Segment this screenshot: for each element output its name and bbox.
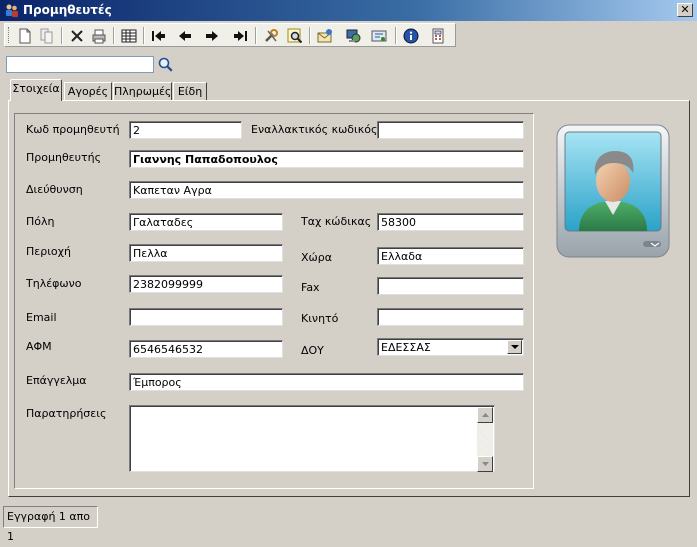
tab-purchases[interactable]: Αγορές (64, 82, 112, 101)
window-title: Προμηθευτές (23, 3, 112, 17)
print-icon (92, 29, 106, 43)
tab-label: Πληρωμές (114, 85, 172, 98)
grid-icon (121, 29, 137, 42)
calculator-icon (432, 28, 444, 43)
copy-document-icon (40, 28, 53, 43)
toolbar-separator (113, 27, 115, 44)
copy-button[interactable] (37, 26, 57, 45)
calculator-button[interactable] (428, 26, 448, 45)
mail-button[interactable] (315, 26, 335, 45)
title-bar[interactable]: Προμηθευτές ✕ (0, 0, 697, 21)
tools-icon (265, 28, 278, 42)
toolbar-separator (395, 27, 397, 44)
tab-label: Αγορές (67, 85, 109, 98)
tools-button[interactable] (261, 26, 281, 45)
app-icon (4, 3, 19, 18)
search-button[interactable] (157, 56, 174, 73)
tab-items[interactable]: Είδη (173, 82, 207, 101)
delete-icon (71, 29, 83, 42)
delete-button[interactable] (67, 26, 87, 45)
tab-label: Είδη (177, 85, 203, 98)
first-record-icon (152, 30, 165, 41)
network-icon (346, 29, 361, 42)
status-bar: Εγγραφή 1 απο 1 (3, 506, 98, 543)
search-input[interactable] (6, 56, 154, 73)
network-button[interactable] (343, 26, 363, 45)
next-record-button[interactable] (202, 26, 222, 45)
toolbar-grip[interactable] (8, 27, 11, 43)
print-button[interactable] (89, 26, 109, 45)
export-icon (371, 30, 387, 41)
close-button[interactable]: ✕ (677, 3, 693, 17)
info-icon (403, 28, 419, 43)
tab-payments[interactable]: Πληρωμές (113, 82, 172, 101)
last-record-button[interactable] (230, 26, 250, 45)
toolbar-separator (61, 27, 63, 44)
search-icon (158, 57, 173, 72)
previous-record-button[interactable] (175, 26, 195, 45)
grid-button[interactable] (119, 26, 139, 45)
toolbar-separator (143, 27, 145, 44)
toolbar-separator (309, 27, 311, 44)
tab-label: Στοιχεία (12, 82, 60, 95)
last-record-icon (234, 30, 247, 41)
next-record-icon (206, 30, 218, 41)
toolbar-separator (255, 27, 257, 44)
close-icon: ✕ (680, 3, 690, 16)
new-button[interactable] (15, 26, 35, 45)
find-icon (287, 28, 303, 43)
find-button[interactable] (285, 26, 305, 45)
first-record-button[interactable] (149, 26, 169, 45)
toolbar (4, 23, 456, 47)
tab-panel (8, 100, 690, 497)
info-button[interactable] (401, 26, 421, 45)
export-button[interactable] (369, 26, 389, 45)
tab-details[interactable]: Στοιχεία (10, 79, 62, 101)
record-counter: Εγγραφή 1 απο 1 (7, 510, 91, 543)
mail-icon (317, 28, 332, 42)
previous-record-icon (179, 30, 191, 41)
new-document-icon (19, 28, 31, 43)
